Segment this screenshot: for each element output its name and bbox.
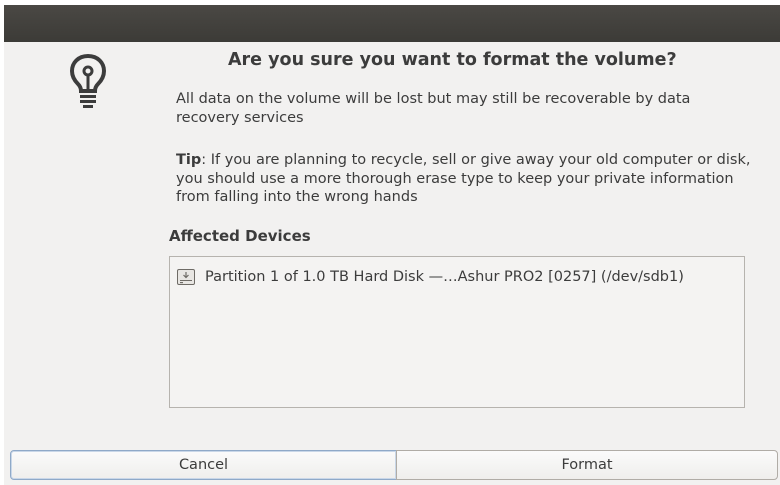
warning-message: All data on the volume will be lost but … (176, 91, 691, 126)
hard-disk-icon (177, 269, 195, 285)
window-titlebar[interactable] (4, 5, 780, 42)
list-item[interactable]: Partition 1 of 1.0 TB Hard Disk —…Ashur … (176, 267, 684, 287)
dialog-heading: Are you sure you want to format the volu… (228, 50, 677, 70)
tip-text: : If you are planning to recycle, sell o… (176, 152, 751, 205)
affected-devices-list[interactable]: Partition 1 of 1.0 TB Hard Disk —…Ashur … (169, 256, 745, 408)
affected-devices-title: Affected Devices (169, 227, 311, 245)
device-label: Partition 1 of 1.0 TB Hard Disk —…Ashur … (205, 269, 684, 285)
screen: Are you sure you want to format the volu… (0, 0, 780, 485)
lightbulb-icon (69, 53, 107, 108)
tip-label: Tip (176, 152, 202, 168)
format-button[interactable]: Format (396, 450, 778, 480)
tip-message: Tip: If you are planning to recycle, sel… (176, 151, 751, 207)
cancel-button[interactable]: Cancel (10, 450, 397, 480)
